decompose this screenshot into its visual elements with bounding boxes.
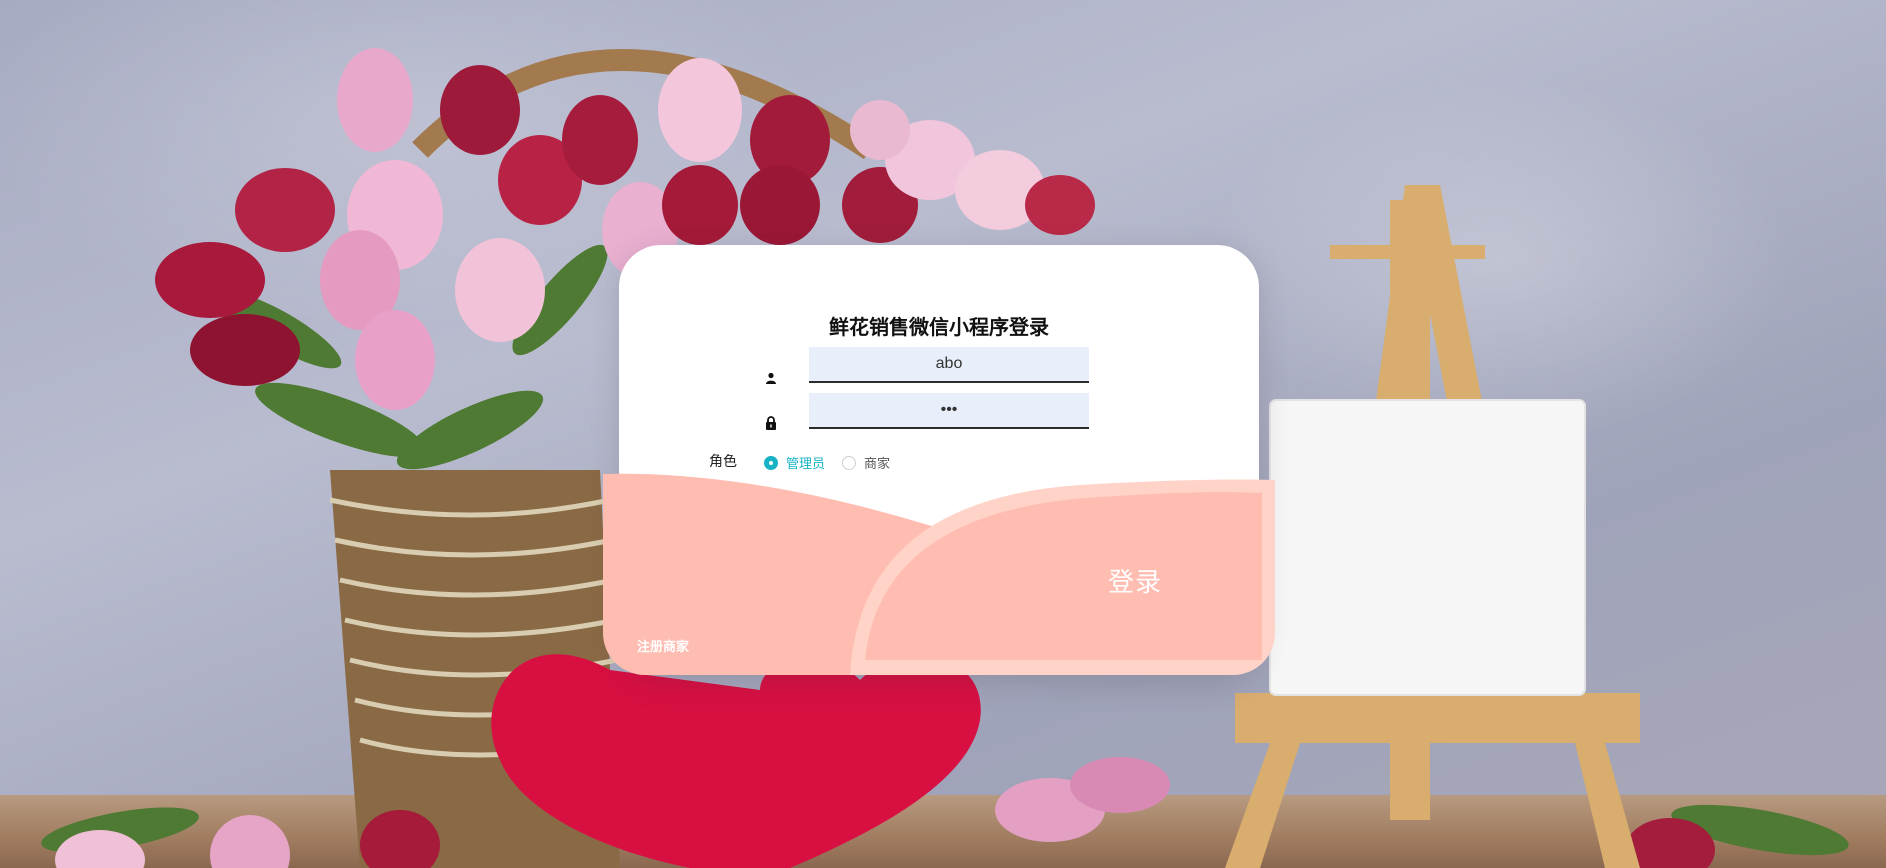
username-input[interactable] <box>809 347 1089 381</box>
lock-icon <box>766 416 776 430</box>
radio-dot[interactable] <box>764 455 778 470</box>
role-label: 角色 <box>709 454 737 470</box>
password-input[interactable] <box>809 393 1089 427</box>
password-field[interactable] <box>809 393 1089 429</box>
login-button[interactable]: 登录 <box>1108 562 1162 599</box>
login-card: 鲜花销售微信小程序登录 角色 管理员 商家 <box>619 245 1259 675</box>
role-option-label: 管理员 <box>786 457 826 472</box>
role-option-label: 商家 <box>864 457 891 472</box>
user-icon <box>766 372 776 384</box>
username-field[interactable] <box>809 347 1089 383</box>
role-radio-admin[interactable]: 管理员 <box>764 453 825 472</box>
register-merchant-link[interactable]: 注册商家 <box>637 636 689 655</box>
page-title: 鲜花销售微信小程序登录 <box>829 315 1049 339</box>
radio-dot[interactable] <box>842 455 856 470</box>
role-radio-merchant[interactable]: 商家 <box>842 453 890 472</box>
